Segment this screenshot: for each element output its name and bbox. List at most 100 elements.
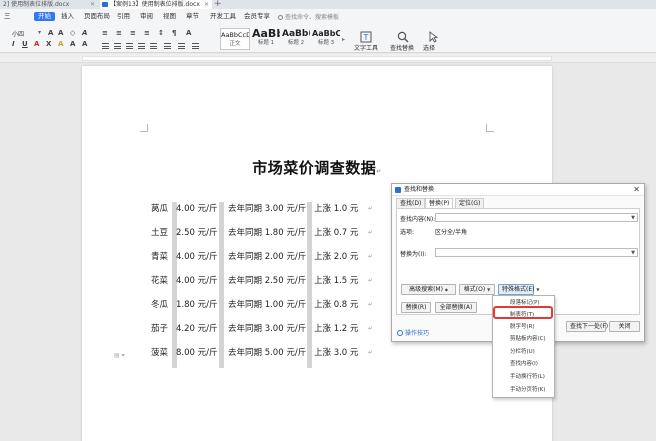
paragraph-mark: ↵: [368, 301, 374, 308]
dialog-titlebar[interactable]: 查找和替换 ✕: [392, 184, 644, 196]
line-spacing-icon[interactable]: [164, 43, 171, 49]
close-button[interactable]: 关闭: [609, 321, 640, 332]
find-next-button[interactable]: 查找下一处(F): [566, 321, 608, 332]
styles-more-icon[interactable]: ▸: [342, 36, 345, 43]
price-change: 上涨 0.8 元: [314, 300, 359, 310]
style-heading-1[interactable]: AaBb 标题 1: [252, 28, 280, 50]
style-name: 标题 1: [257, 40, 275, 46]
margin-corner: [486, 124, 494, 132]
bullet-list-icon[interactable]: ≡: [102, 30, 108, 37]
horizontal-ruler[interactable]: [0, 54, 656, 63]
command-search[interactable]: 查找命令、搜索模板: [278, 12, 339, 21]
chinese-layout-icon[interactable]: A: [186, 30, 192, 37]
menu-item-manual-line-break[interactable]: 手动换行符(L): [493, 372, 554, 382]
justify-icon[interactable]: [138, 43, 145, 49]
veg-price: 2.50 元/斤: [176, 228, 218, 238]
pinyin-icon[interactable]: A: [82, 30, 88, 37]
word-doc-icon: [102, 2, 108, 7]
paragraph-mark: ↵: [368, 205, 374, 212]
dialog-title: 查找和替换: [404, 186, 435, 193]
paragraph-mark: ↵: [368, 349, 374, 356]
style-heading-3[interactable]: AaBbC 标题 3: [312, 28, 340, 50]
clear-format-icon[interactable]: ◇: [70, 30, 76, 37]
text-tools-icon: T: [360, 28, 372, 43]
replace-input[interactable]: ▼: [435, 248, 638, 257]
grow-font-icon[interactable]: A: [48, 30, 54, 37]
menu-chapter[interactable]: 章节: [186, 12, 199, 21]
menu-developer[interactable]: 开发工具: [210, 12, 236, 21]
char-shading-icon[interactable]: A: [70, 41, 76, 48]
shrink-font-icon[interactable]: A: [58, 30, 64, 37]
menu-references[interactable]: 引用: [117, 12, 130, 21]
doc-tab-label: 【案例13】使用制表位排版.docx: [110, 1, 200, 8]
align-center-icon[interactable]: [114, 43, 121, 49]
number-list-icon[interactable]: ≡: [116, 30, 122, 37]
options-label: 选项:: [400, 229, 415, 236]
menu-insert[interactable]: 插入: [61, 12, 74, 21]
menu-member[interactable]: 会员专享: [244, 12, 270, 21]
select-label: 选择: [423, 45, 436, 52]
options-value: 区分全/半角: [435, 229, 468, 236]
chevron-down-icon: ▼: [487, 287, 491, 292]
highlight-icon[interactable]: A: [58, 41, 64, 48]
indent-icon[interactable]: ≡: [144, 30, 150, 37]
underline-icon[interactable]: U: [22, 41, 28, 48]
tab-replace[interactable]: 替换(P): [425, 198, 454, 208]
menu-view[interactable]: 视图: [163, 12, 176, 21]
char-border-icon[interactable]: A: [82, 41, 88, 48]
tab-goto[interactable]: 定位(G): [455, 198, 485, 208]
paragraph-layout-icon[interactable]: ▤ ▾: [114, 352, 125, 359]
ruler-work-area: [82, 56, 552, 61]
shading-icon[interactable]: [178, 43, 185, 49]
borders-icon[interactable]: [192, 43, 199, 49]
outdent-icon[interactable]: ≡: [130, 30, 136, 37]
distributed-icon[interactable]: [150, 43, 157, 49]
menu-item-clipboard[interactable]: 剪贴板内容(C): [493, 334, 554, 344]
wps-logo-icon: [395, 187, 401, 193]
chevron-down-icon[interactable]: ▾: [38, 29, 41, 36]
last-year-price: 去年同期 2.50 元/斤: [228, 276, 307, 286]
menu-page-layout[interactable]: 页面布局: [84, 12, 110, 21]
doc-tab-label: 2] 使用制表位排版.docx: [3, 1, 70, 8]
font-color-icon[interactable]: A: [34, 41, 40, 48]
format-button[interactable]: 格式(O) ▼: [459, 284, 495, 295]
advanced-search-button[interactable]: 高级搜索(M) ◆: [401, 284, 456, 295]
menu-item-manual-page-break[interactable]: 手动分页符(K): [493, 385, 554, 395]
doc-tab-1[interactable]: 2] 使用制表位排版.docx ✕: [0, 0, 98, 9]
align-left-icon[interactable]: [102, 43, 109, 49]
command-search-text: 查找命令、搜索模板: [285, 14, 340, 21]
replace-button[interactable]: 替换(R): [401, 302, 431, 313]
style-heading-2[interactable]: AaBb( 标题 2: [282, 28, 310, 50]
veg-name: 菠菜: [151, 348, 169, 358]
style-normal[interactable]: AaBbCcDd 正文: [220, 28, 250, 50]
close-icon[interactable]: ✕: [90, 0, 95, 9]
superscript-icon[interactable]: X: [46, 41, 52, 48]
tab-find[interactable]: 查找(D): [396, 198, 426, 208]
font-size-select[interactable]: 小四: [12, 29, 24, 38]
doc-tab-2[interactable]: 【案例13】使用制表位排版.docx ✕: [100, 0, 212, 9]
special-format-button[interactable]: 特殊格式(E) ▼: [498, 284, 539, 295]
price-change: 上涨 1.0 元: [314, 204, 359, 214]
align-right-icon[interactable]: [126, 43, 133, 49]
sort-icon[interactable]: ↕: [158, 30, 164, 37]
new-tab-icon[interactable]: +: [214, 0, 222, 9]
close-icon[interactable]: ✕: [204, 0, 209, 9]
chevron-down-icon[interactable]: ▼: [631, 214, 635, 222]
tips-link[interactable]: 操作技巧: [397, 328, 429, 337]
menu-review[interactable]: 审阅: [140, 12, 153, 21]
replace-all-button[interactable]: 全部替换(A): [435, 302, 477, 313]
menu-item-caret[interactable]: 脱字号(R): [493, 322, 554, 332]
show-marks-icon[interactable]: ¶: [172, 30, 178, 37]
menu-hamburger[interactable]: 三: [4, 12, 11, 21]
search-icon: [278, 15, 283, 20]
paragraph-mark: ↵: [376, 168, 382, 175]
last-year-price: 去年同期 3.00 元/斤: [228, 204, 307, 214]
menu-home[interactable]: 开始: [34, 12, 55, 21]
button-label: 格式(O): [463, 286, 486, 293]
chevron-down-icon[interactable]: ▼: [631, 249, 635, 257]
close-icon[interactable]: ✕: [633, 184, 640, 196]
find-input[interactable]: ▼: [435, 213, 638, 222]
menu-item-column-break[interactable]: 分栏符(U): [493, 347, 554, 357]
menu-item-find-content[interactable]: 查找内容(I): [493, 359, 554, 369]
italic-icon[interactable]: I: [12, 41, 18, 48]
